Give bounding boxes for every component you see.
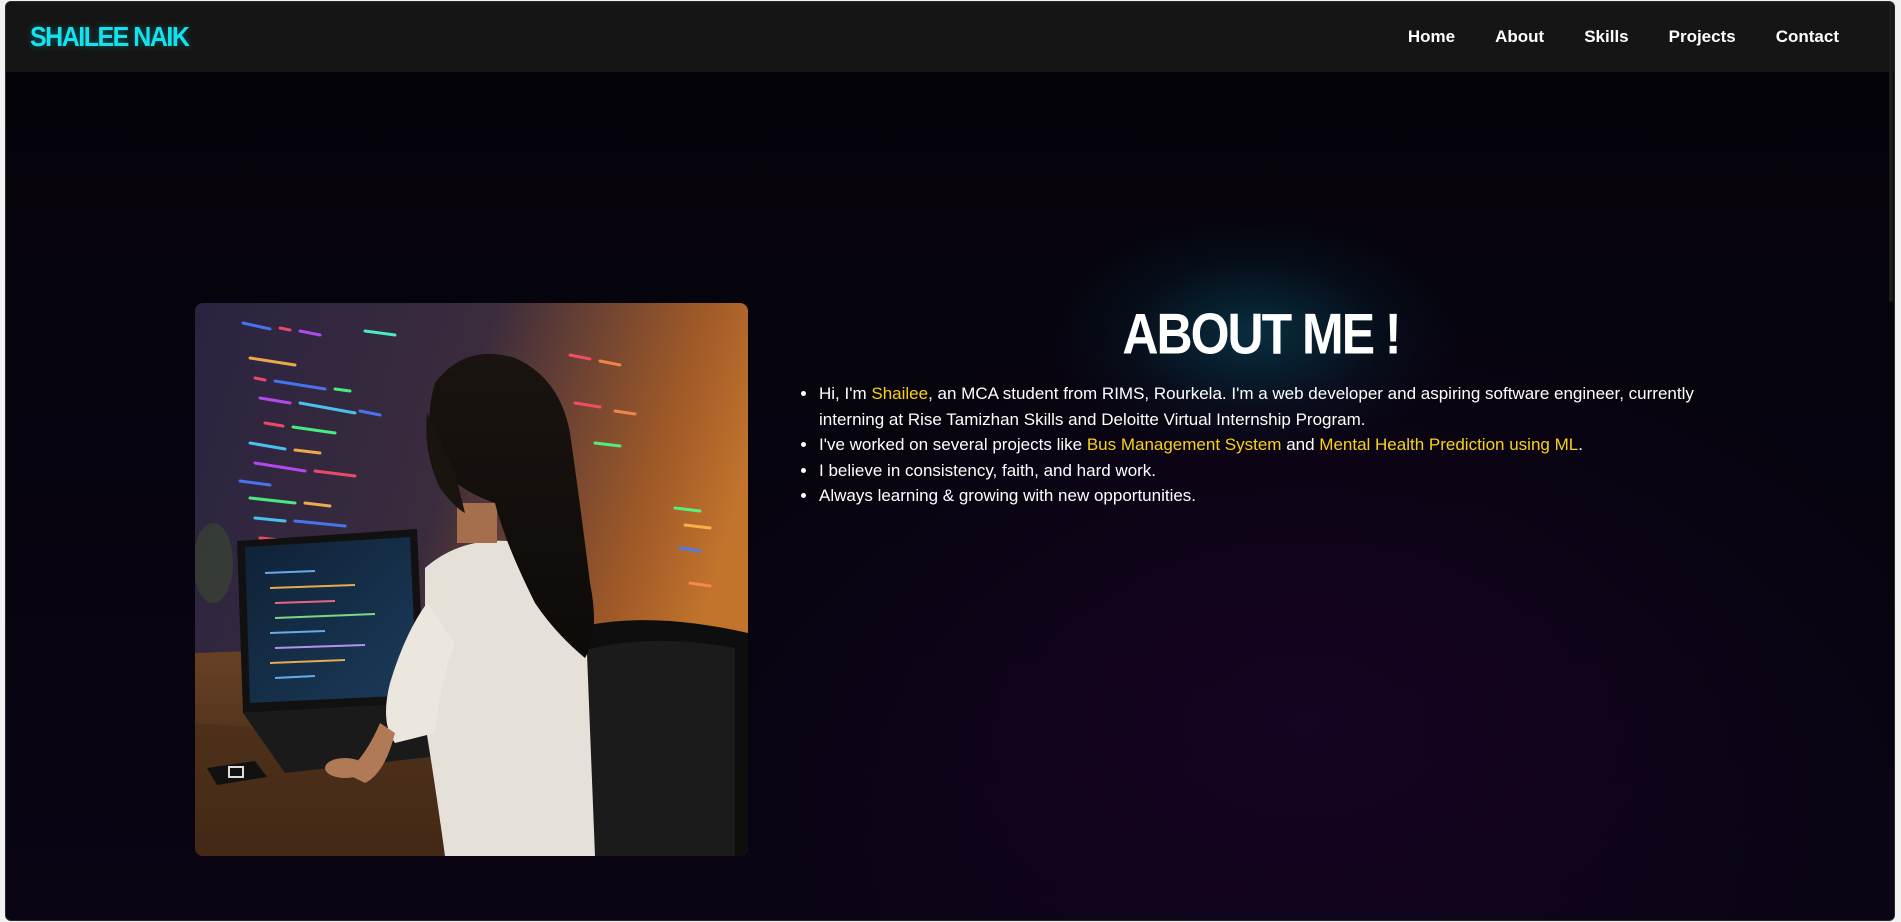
nav-link-about[interactable]: About <box>1495 27 1544 47</box>
about-title: ABOUT ME ! <box>1122 301 1401 367</box>
about-content: ABOUT ME ! Hi, I'm Shailee, an MCA stude… <box>781 302 1741 509</box>
about-section: ABOUT ME ! Hi, I'm Shailee, an MCA stude… <box>6 72 1894 920</box>
highlight-name: Shailee <box>871 384 929 403</box>
about-text: Hi, I'm <box>819 384 872 403</box>
about-item-projects: I've worked on several projects like Bus… <box>801 432 1741 458</box>
nav-link-home[interactable]: Home <box>1408 27 1455 47</box>
navbar: SHAILEE NAIK Home About Skills Projects … <box>6 2 1894 72</box>
highlight-project-bus: Bus Management System <box>1086 435 1282 454</box>
about-text: . <box>1578 435 1583 454</box>
scrollbar[interactable] <box>1886 2 1894 920</box>
brand-logo[interactable]: SHAILEE NAIK <box>30 21 190 53</box>
nav-links: Home About Skills Projects Contact <box>1408 27 1839 47</box>
scrollbar-thumb[interactable] <box>1889 2 1893 302</box>
about-item-intro: Hi, I'm Shailee, an MCA student from RIM… <box>801 381 1741 432</box>
about-text: Always learning & growing with new oppor… <box>819 486 1197 505</box>
nav-link-contact[interactable]: Contact <box>1776 27 1839 47</box>
about-text: , an MCA student from RIMS, Rourkela. I'… <box>819 384 1694 429</box>
profile-photo <box>195 303 748 856</box>
nav-link-projects[interactable]: Projects <box>1669 27 1736 47</box>
about-item-learning: Always learning & growing with new oppor… <box>801 483 1741 509</box>
about-item-belief: I believe in consistency, faith, and har… <box>801 458 1741 484</box>
about-list: Hi, I'm Shailee, an MCA student from RIM… <box>781 381 1741 509</box>
about-text: I believe in consistency, faith, and har… <box>819 460 1157 480</box>
nav-link-skills[interactable]: Skills <box>1584 27 1628 47</box>
about-text: I've worked on several projects like <box>819 435 1087 454</box>
browser-viewport: SHAILEE NAIK Home About Skills Projects … <box>5 1 1895 921</box>
about-text: and <box>1281 435 1320 454</box>
highlight-project-ml: Mental Health Prediction using ML <box>1319 435 1579 454</box>
